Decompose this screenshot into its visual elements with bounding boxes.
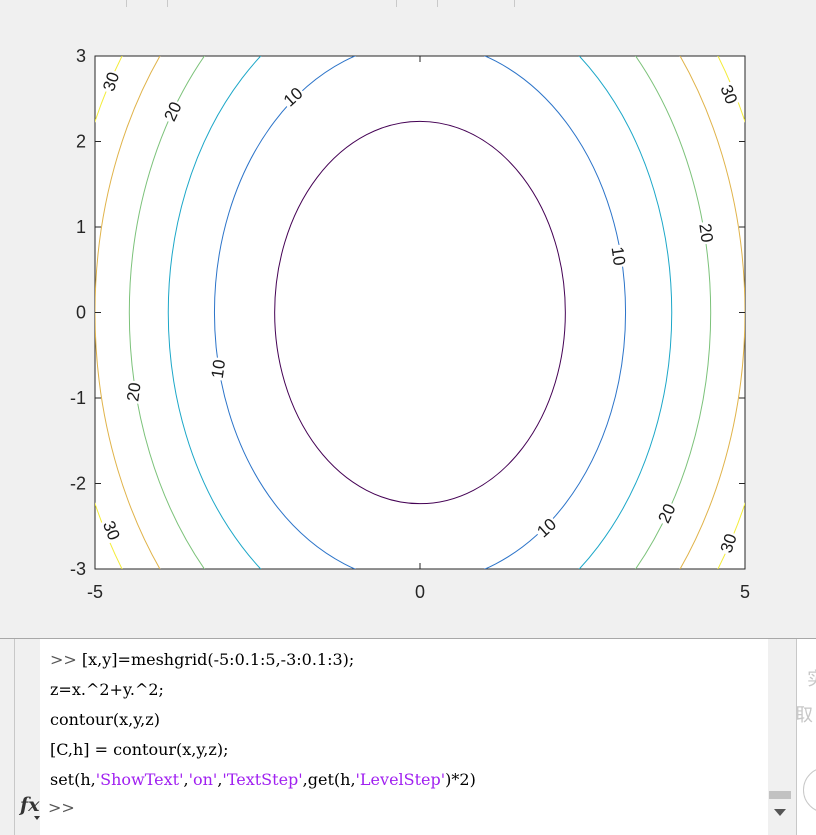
plot-area[interactable] — [94, 55, 746, 570]
command-window-scrollbar[interactable] — [768, 639, 796, 835]
panel-text-fragment: 取 — [796, 705, 813, 726]
command-window-text-area[interactable]: >> [x,y]=meshgrid(-5:0.1:5,-3:0.1:3); z=x… — [40, 639, 768, 835]
string-literal: 'LevelStep' — [355, 770, 446, 789]
string-literal: 'TextStep' — [222, 770, 303, 789]
panel-circle-button[interactable] — [803, 767, 816, 813]
command-line: >> [x,y]=meshgrid(-5:0.1:5,-3:0.1:3); — [50, 648, 354, 672]
panel-text-fragment: 实 — [807, 665, 816, 691]
figure-window: 30 20 10 30 20 10 10 20 30 10 20 30 -5 0 5 3 2 1 0 -1 -2 -3 — [0, 8, 816, 639]
contour-label-20: 20 — [695, 222, 716, 243]
code-text: )*2) — [445, 770, 476, 789]
toolbar-separator — [437, 0, 438, 7]
y-tick-label: -3 — [70, 559, 86, 579]
contour-figure[interactable]: 302010 302010102030 102030 -5 0 53210-1-2-3 — [0, 8, 816, 638]
contour-label-10: 10 — [208, 358, 229, 379]
toolbar-separator — [126, 0, 127, 7]
command-prompt[interactable]: >> — [48, 796, 75, 820]
string-literal: 'ShowText' — [95, 770, 184, 789]
code-text: z=x.^2+y.^2; — [50, 680, 164, 699]
code-text: ,get(h, — [302, 770, 356, 789]
prompt-marker: >> — [50, 650, 82, 669]
toolbar-separator — [396, 0, 397, 7]
contour-label-10: 10 — [608, 245, 629, 266]
code-text: set(h, — [50, 770, 96, 789]
code-text: [C,h] = contour(x,y,z); — [50, 740, 229, 759]
command-line: [C,h] = contour(x,y,z); — [50, 738, 228, 762]
y-tick-label: 1 — [76, 217, 86, 237]
scrollbar-thumb[interactable] — [769, 791, 791, 799]
contour-label-20: 20 — [123, 381, 144, 402]
x-tick-label: -5 — [87, 582, 103, 602]
function-browser-icon[interactable]: fx — [20, 794, 42, 820]
y-tick-label: 2 — [76, 132, 86, 152]
toolbar-separator — [514, 0, 515, 7]
y-tick-label: -2 — [70, 474, 86, 494]
y-tick-label: 3 — [76, 46, 86, 66]
command-line: set(h,'ShowText','on','TextStep',get(h,'… — [50, 768, 476, 792]
y-tick-label: -1 — [70, 388, 86, 408]
scroll-down-arrow-icon[interactable] — [774, 809, 786, 816]
x-tick-label: 5 — [740, 582, 750, 602]
toolbar-separator — [167, 0, 168, 7]
x-tick-label: 0 — [415, 582, 425, 602]
command-window-left-gutter — [0, 639, 15, 835]
command-line: contour(x,y,z) — [50, 708, 160, 732]
y-tick-label: 0 — [76, 303, 86, 323]
command-window: >> [x,y]=meshgrid(-5:0.1:5,-3:0.1:3); z=x… — [0, 639, 816, 835]
string-literal: 'on' — [188, 770, 218, 789]
right-side-panel: 实 取 — [796, 639, 816, 835]
code-text: [x,y]=meshgrid(-5:0.1:5,-3:0.1:3); — [81, 650, 355, 669]
command-line: z=x.^2+y.^2; — [50, 678, 164, 702]
code-text: contour(x,y,z) — [50, 710, 160, 729]
